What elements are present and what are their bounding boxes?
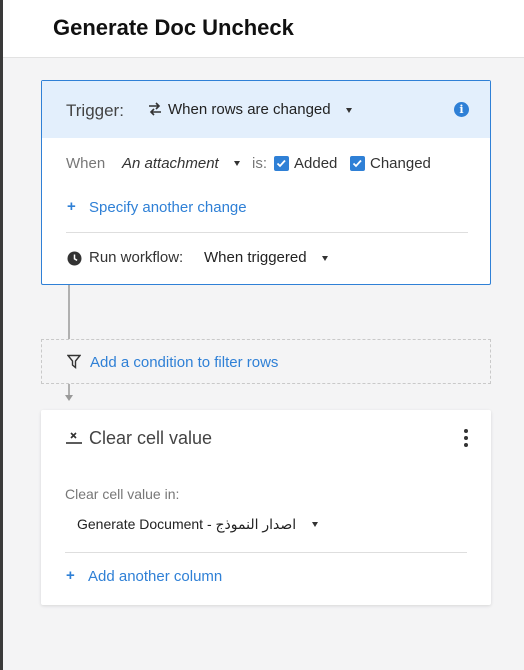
trigger-header: Trigger: When rows are changed i bbox=[42, 81, 490, 138]
flow-connector bbox=[68, 285, 70, 339]
divider bbox=[65, 552, 467, 553]
clock-icon bbox=[67, 251, 82, 266]
added-checkbox[interactable] bbox=[274, 156, 289, 171]
workflow-header: Generate Doc Uncheck bbox=[3, 0, 524, 58]
chevron-down-icon[interactable] bbox=[234, 161, 240, 166]
chevron-down-icon[interactable] bbox=[312, 522, 318, 527]
add-condition-box[interactable]: Add a condition to filter rows bbox=[41, 339, 491, 384]
kebab-menu-icon[interactable] bbox=[463, 429, 469, 447]
run-workflow-select[interactable]: When triggered bbox=[204, 249, 307, 266]
trigger-event-select[interactable]: When rows are changed bbox=[168, 101, 331, 118]
action-title: Clear cell value bbox=[89, 428, 213, 448]
checkmark-icon bbox=[352, 159, 362, 168]
plus-icon[interactable]: + bbox=[67, 198, 76, 215]
when-label: When bbox=[66, 155, 106, 172]
field-select[interactable]: An attachment bbox=[122, 155, 219, 172]
divider bbox=[66, 232, 468, 233]
chevron-down-icon[interactable] bbox=[322, 256, 328, 261]
trigger-card: Trigger: When rows are changed i When An… bbox=[41, 80, 491, 285]
is-label: is: bbox=[252, 155, 267, 172]
added-label: Added bbox=[294, 155, 338, 172]
filter-icon bbox=[67, 354, 81, 369]
add-another-column-link[interactable]: Add another column bbox=[88, 568, 222, 585]
clear-cell-icon bbox=[66, 432, 82, 444]
plus-icon[interactable]: + bbox=[66, 567, 75, 584]
specify-another-change-link[interactable]: Specify another change bbox=[89, 199, 247, 216]
changed-checkbox[interactable] bbox=[350, 156, 365, 171]
add-condition-link[interactable]: Add a condition to filter rows bbox=[90, 354, 278, 371]
info-icon[interactable]: i bbox=[454, 102, 469, 117]
run-workflow-label: Run workflow: bbox=[89, 249, 184, 266]
column-select[interactable]: Generate Document - اصدار النموذج bbox=[77, 516, 296, 533]
workflow-title: Generate Doc Uncheck bbox=[53, 15, 294, 40]
changed-label: Changed bbox=[370, 155, 431, 172]
action-card: Clear cell value Clear cell value in: Ge… bbox=[41, 410, 491, 605]
clear-in-label: Clear cell value in: bbox=[65, 486, 180, 502]
trigger-label: Trigger: bbox=[66, 101, 124, 120]
rows-changed-icon bbox=[149, 102, 161, 116]
checkmark-icon bbox=[276, 159, 286, 168]
chevron-down-icon[interactable] bbox=[346, 108, 352, 113]
arrow-down-icon bbox=[65, 395, 73, 401]
